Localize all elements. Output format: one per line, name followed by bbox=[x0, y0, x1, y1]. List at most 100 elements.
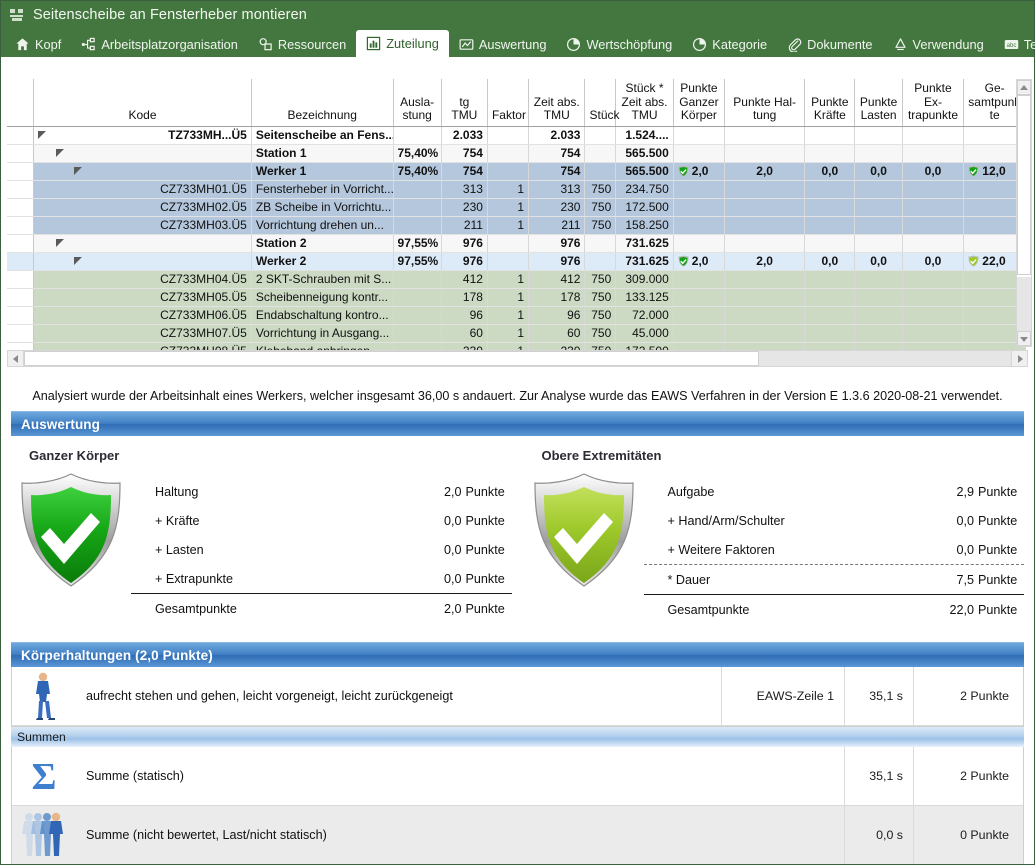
row-indicator-cell[interactable] bbox=[7, 324, 35, 343]
tab-kopf[interactable]: Kopf bbox=[5, 31, 71, 57]
tab-dokumente[interactable]: Dokumente bbox=[777, 31, 882, 57]
cell-pkr bbox=[804, 198, 856, 217]
tab-zuteilung[interactable]: Zuteilung bbox=[356, 30, 449, 57]
row-expander[interactable] bbox=[56, 146, 71, 160]
cell-fakt bbox=[487, 162, 530, 181]
row-indicator-cell[interactable] bbox=[7, 216, 35, 235]
row-indicator-cell[interactable] bbox=[7, 144, 35, 163]
evaluation-row-label: Gesamtpunkte bbox=[667, 602, 750, 617]
tab-verwendung[interactable]: Verwendung bbox=[883, 31, 994, 57]
row-indicator-cell[interactable] bbox=[7, 306, 35, 325]
table-row[interactable]: CZ733MH01.Ü5 Fensterheber in Vorricht... 3… bbox=[7, 180, 1026, 199]
vscroll-track[interactable] bbox=[1017, 95, 1031, 331]
cell-zeit: 313 bbox=[528, 180, 586, 199]
grid-column-header-ind[interactable] bbox=[7, 79, 35, 127]
tab-text[interactable]: abc Text bbox=[994, 31, 1035, 57]
cell-szt: 234.750 bbox=[615, 180, 674, 199]
tab-auswertung[interactable]: Auswertung bbox=[449, 31, 557, 57]
summen-row[interactable]: Summe (nicht bewertet, Last/nicht statis… bbox=[12, 806, 1023, 864]
cell-ausl: 97,55% bbox=[393, 234, 442, 253]
grid-column-header-bez[interactable]: Bezeichnung bbox=[251, 79, 394, 127]
row-indicator-cell[interactable] bbox=[7, 126, 35, 145]
summen-row[interactable]: Σ Summe (statisch) 35,1 s2 Punkte bbox=[12, 747, 1023, 806]
row-expander[interactable] bbox=[56, 236, 71, 250]
evaluation-row-label: + Hand/Arm/Schulter bbox=[667, 513, 785, 528]
cell-pgk: 2,0 bbox=[673, 162, 726, 181]
cell-zeit: 178 bbox=[528, 288, 586, 307]
cell-pex: 0,0 bbox=[902, 252, 965, 271]
cell-text: CZ733MH02.Ü5 bbox=[160, 200, 247, 214]
grid-column-header-pex[interactable]: Punkte Ex-trapunkte bbox=[902, 79, 965, 127]
row-description: aufrecht stehen und gehen, leicht vorgen… bbox=[86, 689, 453, 703]
grid-column-header-fakt[interactable]: Faktor bbox=[487, 79, 530, 127]
cell-kode bbox=[33, 144, 252, 163]
grid-column-header-stk[interactable]: Stück bbox=[584, 79, 620, 127]
grid-column-header-pgk[interactable]: Punkte Ganzer Körper bbox=[673, 79, 726, 127]
grid-vertical-scrollbar[interactable] bbox=[1016, 79, 1032, 347]
grid-column-header-pkr[interactable]: Punkte Kräfte bbox=[804, 79, 856, 127]
grid-column-header-szt[interactable]: Stück * Zeit abs. TMU bbox=[615, 79, 674, 127]
evaluation-row-value: 0,0 Punkte bbox=[443, 513, 505, 528]
cell-pkr bbox=[804, 234, 856, 253]
tab-wertschoepfung[interactable]: Wertschöpfung bbox=[556, 31, 682, 57]
scroll-right-button[interactable] bbox=[1011, 351, 1027, 366]
tab-ressourcen[interactable]: Ressourcen bbox=[248, 31, 356, 57]
table-row[interactable]: CZ733MH02.Ü5 ZB Scheibe in Vorrichtu... 23… bbox=[7, 198, 1026, 217]
row-expander[interactable] bbox=[38, 128, 53, 142]
cell-zeit: 754 bbox=[528, 144, 586, 163]
evaluation-row-label: + Lasten bbox=[155, 542, 204, 557]
row-indicator-cell[interactable] bbox=[7, 180, 35, 199]
window-title: Seitenscheibe an Fensterheber montieren bbox=[33, 7, 307, 23]
table-row[interactable]: CZ733MH06.Ü5 Endabschaltung kontro... 96 1 9… bbox=[7, 306, 1026, 325]
row-description: Summe (statisch) bbox=[86, 769, 184, 783]
cell-phl: 2,0 bbox=[724, 252, 806, 271]
cell-pex bbox=[902, 216, 965, 235]
cell-kode bbox=[33, 162, 252, 181]
cell-ausl bbox=[393, 126, 442, 145]
grid-column-header-kode[interactable]: Kode bbox=[33, 79, 252, 127]
grid-column-header-ausl[interactable]: Ausla-stung bbox=[393, 79, 442, 127]
row-expander[interactable] bbox=[74, 254, 89, 268]
cell-kode: CZ733MH05.Ü5 bbox=[33, 288, 252, 307]
table-row[interactable]: Station 1 75,40% 754 754 565.500 bbox=[7, 144, 1026, 163]
table-row[interactable]: CZ733MH03.Ü5 Vorrichtung drehen un... 211 1… bbox=[7, 216, 1026, 235]
cell-zeit: 412 bbox=[528, 270, 586, 289]
scroll-left-button[interactable] bbox=[8, 351, 24, 366]
cell-ausl bbox=[393, 324, 442, 343]
hscroll-thumb[interactable] bbox=[24, 351, 759, 366]
row-indicator-cell[interactable] bbox=[7, 270, 35, 289]
shield-green-icon bbox=[11, 469, 131, 589]
cell-pgk bbox=[673, 198, 726, 217]
grid-column-header-tg[interactable]: tg TMU bbox=[441, 79, 488, 127]
table-row[interactable]: CZ733MH07.Ü5 Vorrichtung in Ausgang... 60 1… bbox=[7, 324, 1026, 343]
row-indicator-cell[interactable] bbox=[7, 234, 35, 253]
table-row[interactable]: Werker 1 75,40% 754 754 565.500 2,0 2,0 0,0 0,0 0… bbox=[7, 162, 1026, 181]
posture-row[interactable]: aufrecht stehen und gehen, leicht vorgen… bbox=[12, 667, 1023, 726]
grid-column-header-phl[interactable]: Punkte Hal-tung bbox=[724, 79, 806, 127]
row-indicator-cell[interactable] bbox=[7, 288, 35, 307]
scroll-down-button[interactable] bbox=[1017, 331, 1031, 346]
evaluation-row-label: Gesamtpunkte bbox=[155, 601, 237, 616]
table-row[interactable]: Werker 2 97,55% 976 976 731.625 2,0 2,0 0,0 0,0 0… bbox=[7, 252, 1026, 271]
row-eaws-line bbox=[722, 747, 844, 805]
grid-column-header-pla[interactable]: Punkte Lasten bbox=[854, 79, 903, 127]
table-row[interactable]: CZ733MH05.Ü5 Scheibenneigung kontr... 178 1… bbox=[7, 288, 1026, 307]
cell-pla: 0,0 bbox=[854, 252, 903, 271]
vscroll-thumb[interactable] bbox=[1017, 95, 1031, 275]
row-indicator-cell[interactable] bbox=[7, 162, 35, 181]
grid-column-header-zeit[interactable]: Zeit abs. TMU bbox=[528, 79, 586, 127]
table-row[interactable]: TZ733MH...Ü5 Seitenscheibe an Fens... 2.03… bbox=[7, 126, 1026, 145]
tab-kategorie[interactable]: Kategorie bbox=[682, 31, 777, 57]
table-row[interactable]: CZ733MH04.Ü5 2 SKT-Schrauben mit S... 412 1… bbox=[7, 270, 1026, 289]
row-indicator-cell[interactable] bbox=[7, 198, 35, 217]
shield-yellow-icon bbox=[524, 469, 644, 589]
table-row[interactable]: Station 2 97,55% 976 976 731.625 bbox=[7, 234, 1026, 253]
hscroll-track-rest[interactable] bbox=[759, 351, 1011, 366]
row-expander[interactable] bbox=[74, 164, 89, 178]
scroll-up-button[interactable] bbox=[1017, 80, 1031, 95]
grid-horizontal-scrollbar[interactable] bbox=[7, 350, 1028, 367]
tab-arbeitsplatzorganisation[interactable]: Arbeitsplatzorganisation bbox=[71, 31, 248, 57]
row-indicator-cell[interactable] bbox=[7, 252, 35, 271]
cell-text: 2,0 bbox=[691, 254, 709, 268]
vscroll-track-rest[interactable] bbox=[1017, 277, 1031, 331]
